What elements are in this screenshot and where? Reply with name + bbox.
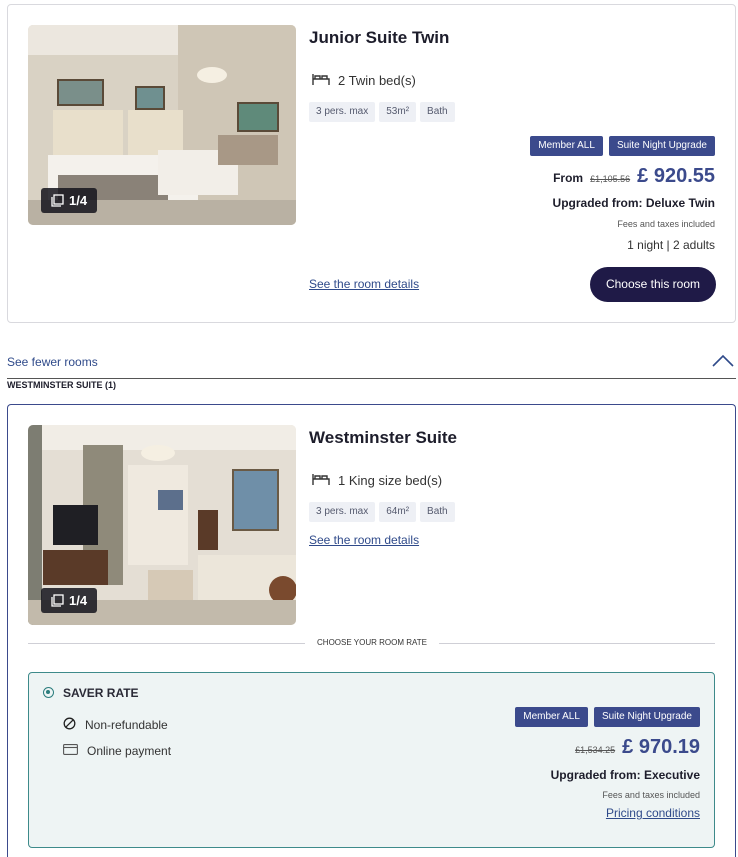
rate-feature-refund: Non-refundable	[63, 717, 168, 733]
price-current: £ 920.55	[637, 165, 715, 187]
rate-separator-left	[28, 643, 305, 644]
see-fewer-rooms-link[interactable]: See fewer rooms	[7, 355, 98, 369]
room-tags: 3 pers. max 53m² Bath	[309, 102, 455, 122]
upgraded-from: Upgraded from: Executive	[550, 768, 700, 782]
section-label: WESTMINSTER SUITE (1)	[7, 380, 117, 390]
tag-capacity: 3 pers. max	[309, 502, 376, 522]
bed-text: 1 King size bed(s)	[338, 473, 443, 488]
upgraded-from: Upgraded from: Deluxe Twin	[552, 196, 715, 210]
chevron-up-icon[interactable]	[712, 353, 734, 368]
bed-text: 2 Twin bed(s)	[338, 73, 416, 88]
bed-info: 1 King size bed(s)	[312, 472, 442, 489]
bed-icon	[312, 472, 330, 489]
no-refund-icon	[63, 717, 76, 733]
room-tags: 3 pers. max 64m² Bath	[309, 502, 455, 522]
tag-bath: Bath	[420, 102, 455, 122]
rate-feature-payment: Online payment	[63, 744, 171, 758]
badge-member: Member ALL	[515, 707, 588, 727]
price-row: £1,534.25 £ 970.19	[575, 736, 700, 759]
rate-badges: Member ALL Suite Night Upgrade	[515, 707, 700, 727]
badge-suite-night-upgrade: Suite Night Upgrade	[593, 707, 700, 727]
tag-bath: Bath	[420, 502, 455, 522]
room-title: Junior Suite Twin	[309, 28, 450, 47]
rate-option-saver[interactable]: SAVER RATE Non-refundable Online payment…	[28, 672, 715, 848]
choose-room-button[interactable]: Choose this room	[590, 267, 716, 302]
photo-counter-text: 1/4	[69, 193, 88, 208]
bed-icon	[312, 72, 330, 89]
tag-capacity: 3 pers. max	[309, 102, 376, 122]
badge-suite-night-upgrade: Suite Night Upgrade	[608, 136, 715, 156]
room-details-link[interactable]: See the room details	[309, 277, 419, 291]
photo-counter-text: 1/4	[69, 593, 88, 608]
price-original: £1,105.56	[590, 174, 631, 184]
room-photo[interactable]: 1/4	[28, 425, 296, 625]
rate-name: SAVER RATE	[63, 686, 139, 700]
tag-size: 53m²	[379, 102, 417, 122]
price-from-label: From	[553, 171, 584, 185]
rate-feature-text: Non-refundable	[85, 718, 168, 732]
bed-info: 2 Twin bed(s)	[312, 72, 416, 89]
photo-counter: 1/4	[41, 588, 98, 613]
photo-counter: 1/4	[41, 188, 98, 213]
room-details-link[interactable]: See the room details	[309, 533, 419, 547]
stay-summary: 1 night | 2 adults	[627, 238, 715, 252]
choose-rate-heading: CHOOSE YOUR ROOM RATE	[317, 638, 427, 647]
section-divider	[7, 378, 736, 379]
rate-radio-selected[interactable]	[43, 687, 54, 698]
pricing-conditions-link[interactable]: Pricing conditions	[606, 806, 700, 820]
price-original: £1,534.25	[575, 745, 616, 755]
gallery-icon	[51, 194, 64, 207]
rate-badges: Member ALL Suite Night Upgrade	[530, 136, 715, 156]
badge-member: Member ALL	[530, 136, 603, 156]
price-row: From £1,105.56 £ 920.55	[553, 165, 715, 188]
rate-separator-right	[439, 643, 715, 644]
credit-card-icon	[63, 744, 78, 758]
fees-note: Fees and taxes included	[602, 790, 700, 800]
fees-note: Fees and taxes included	[617, 219, 715, 229]
tag-size: 64m²	[379, 502, 417, 522]
rate-feature-text: Online payment	[87, 744, 172, 758]
gallery-icon	[51, 594, 64, 607]
room-photo[interactable]: 1/4	[28, 25, 296, 225]
price-current: £ 970.19	[622, 736, 700, 758]
room-title: Westminster Suite	[309, 428, 458, 447]
